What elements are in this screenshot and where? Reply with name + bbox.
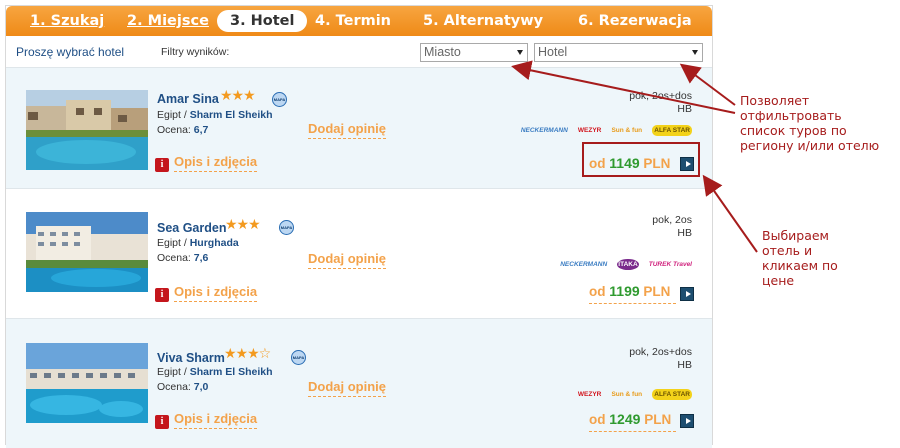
price-annotation: Выбираем отель и кликаем по цене [762, 228, 838, 288]
annotation-arrows [511, 60, 758, 253]
filter-annotation: Позволяет отфильтровать список туров по … [740, 93, 880, 153]
